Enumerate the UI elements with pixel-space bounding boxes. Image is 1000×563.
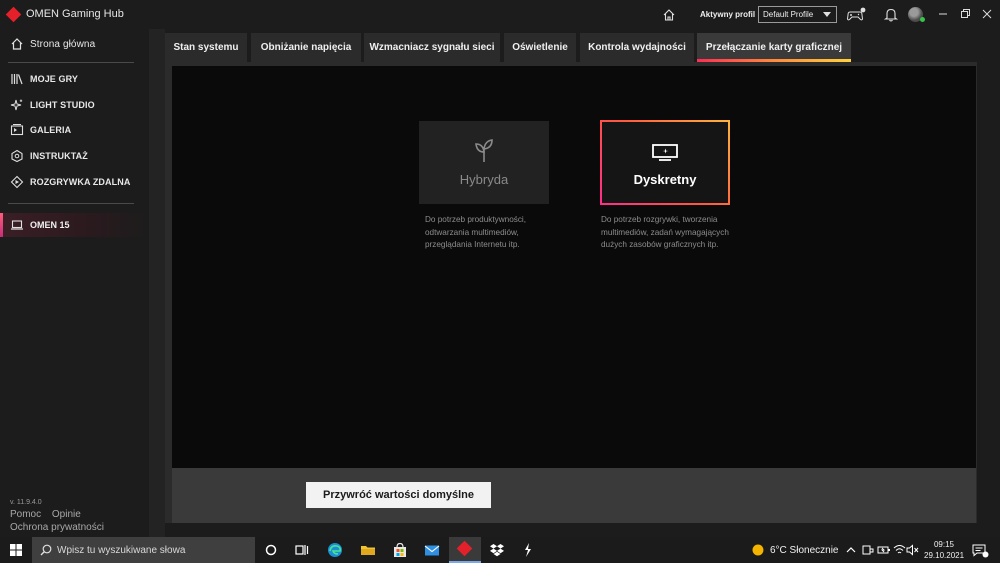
bell-icon[interactable] — [884, 7, 898, 22]
home-icon[interactable] — [662, 8, 676, 22]
sidebar-item-label: INSTRUKTAŻ — [30, 151, 88, 161]
title-bar: OMEN Gaming Hub Aktywny profil Default P… — [0, 0, 1000, 29]
app-window: OMEN Gaming Hub Aktywny profil Default P… — [0, 0, 1000, 537]
tab-undervolting[interactable]: Obniżanie napięcia — [251, 33, 361, 62]
active-profile-label: Aktywny profil — [700, 10, 756, 19]
tab-bar: Stan systemu Obniżanie napięcia Wzmacnia… — [165, 33, 977, 62]
notification-badge-icon — [982, 551, 989, 558]
sidebar-item-remote-play[interactable]: ROZGRYWKA ZDALNA — [0, 170, 149, 194]
omen-logo-icon — [456, 540, 473, 557]
taskbar-search-placeholder: Wpisz tu wyszukiwane słowa — [57, 545, 186, 556]
taskbar-clock[interactable]: 09:15 29.10.2021 — [924, 539, 964, 561]
sidebar-item-light-studio[interactable]: LIGHT STUDIO — [0, 93, 149, 117]
file-explorer-icon[interactable] — [360, 542, 376, 558]
weather-text[interactable]: 6°C Słonecznie — [770, 545, 838, 556]
clock-time: 09:15 — [933, 540, 955, 549]
omen-hub-taskbar-button[interactable] — [449, 537, 481, 563]
tab-network-booster[interactable]: Wzmacniacz sygnału sieci — [364, 33, 500, 62]
sidebar-gutter — [149, 29, 165, 537]
device-label: OMEN 15 — [30, 220, 70, 230]
active-indicator — [0, 213, 3, 237]
hybrid-mode-description: Do potrzeb produktywności, odtwarzania m… — [425, 215, 527, 249]
restore-button[interactable] — [956, 6, 974, 22]
chevron-up-icon[interactable] — [846, 545, 856, 555]
graphics-card-icon — [652, 144, 678, 161]
device-tray-icon[interactable] — [862, 544, 874, 556]
minimize-button[interactable] — [934, 6, 952, 22]
app-lightning-icon[interactable] — [520, 542, 536, 558]
close-button[interactable] — [978, 6, 996, 22]
sidebar-item-home[interactable]: Strona główna — [0, 32, 149, 56]
search-icon — [40, 544, 52, 556]
badge-icon — [11, 149, 23, 163]
sidebar-item-label: LIGHT STUDIO — [30, 100, 95, 110]
chevron-down-icon — [823, 12, 831, 17]
online-status-icon — [920, 17, 925, 22]
version-text: v. 11.9.4.0 — [10, 499, 42, 506]
mail-icon[interactable] — [424, 542, 440, 558]
windows-start-icon[interactable] — [10, 544, 22, 556]
sidebar: Strona główna MOJE GRY LIGHT STUDIO GALE… — [0, 29, 149, 537]
app-title: OMEN Gaming Hub — [26, 8, 124, 20]
sidebar-item-label: MOJE GRY — [30, 74, 78, 84]
taskbar: Wpisz tu wyszukiwane słowa 6°C Słoneczni… — [0, 537, 1000, 563]
sidebar-item-device[interactable]: OMEN 15 — [0, 213, 149, 237]
sidebar-item-label: GALERIA — [30, 125, 72, 135]
sidebar-item-label: Strona główna — [30, 38, 96, 50]
privacy-link[interactable]: Ochrona prywatności — [10, 522, 104, 533]
tab-graphics-switcher[interactable]: Przełączanie karty graficznej — [697, 33, 851, 62]
graphics-switcher-panel — [172, 66, 976, 468]
tab-lighting[interactable]: Oświetlenie — [504, 33, 576, 62]
cortana-icon[interactable] — [263, 542, 279, 558]
omen-logo-icon — [5, 6, 22, 23]
dropbox-icon[interactable] — [489, 542, 505, 558]
sun-weather-icon[interactable] — [751, 543, 765, 557]
reset-defaults-button[interactable]: Przywróć wartości domyślne — [306, 482, 491, 508]
gallery-icon — [10, 124, 24, 136]
profile-value: Default Profile — [763, 10, 814, 19]
home-icon — [11, 38, 23, 50]
sidebar-item-label: ROZGRYWKA ZDALNA — [30, 177, 131, 187]
sparkle-icon — [10, 99, 23, 111]
help-link[interactable]: Pomoc — [10, 509, 41, 520]
profile-dropdown[interactable]: Default Profile — [758, 6, 837, 23]
volume-muted-icon[interactable] — [906, 544, 919, 556]
action-bar — [172, 468, 976, 523]
clock-date: 29.10.2021 — [924, 551, 965, 560]
sidebar-item-my-games[interactable]: MOJE GRY — [0, 67, 149, 91]
leaf-icon — [475, 139, 493, 162]
tab-system-status[interactable]: Stan systemu — [165, 33, 247, 62]
feedback-link[interactable]: Opinie — [52, 509, 81, 520]
footer-links: Pomoc Opinie — [10, 509, 89, 520]
sidebar-divider — [8, 62, 134, 63]
sidebar-item-gallery[interactable]: GALERIA — [0, 118, 149, 142]
task-view-icon[interactable] — [294, 542, 310, 558]
controller-icon[interactable] — [846, 7, 866, 22]
wifi-icon[interactable] — [893, 544, 906, 556]
sidebar-item-tutorials[interactable]: INSTRUKTAŻ — [0, 144, 149, 168]
laptop-icon — [11, 220, 23, 230]
sidebar-divider — [8, 203, 134, 204]
tab-performance-control[interactable]: Kontrola wydajności — [580, 33, 694, 62]
store-icon[interactable] — [392, 542, 408, 558]
hybrid-mode-label: Hybryda — [459, 172, 509, 187]
discrete-mode-description: Do potrzeb rozgrywki, tworzenia multimed… — [601, 215, 729, 249]
discrete-mode-label: Dyskretny — [633, 172, 697, 187]
library-icon — [11, 74, 23, 85]
edge-browser-icon[interactable] — [327, 542, 343, 558]
battery-icon[interactable] — [877, 544, 891, 556]
remote-play-icon — [10, 175, 24, 189]
